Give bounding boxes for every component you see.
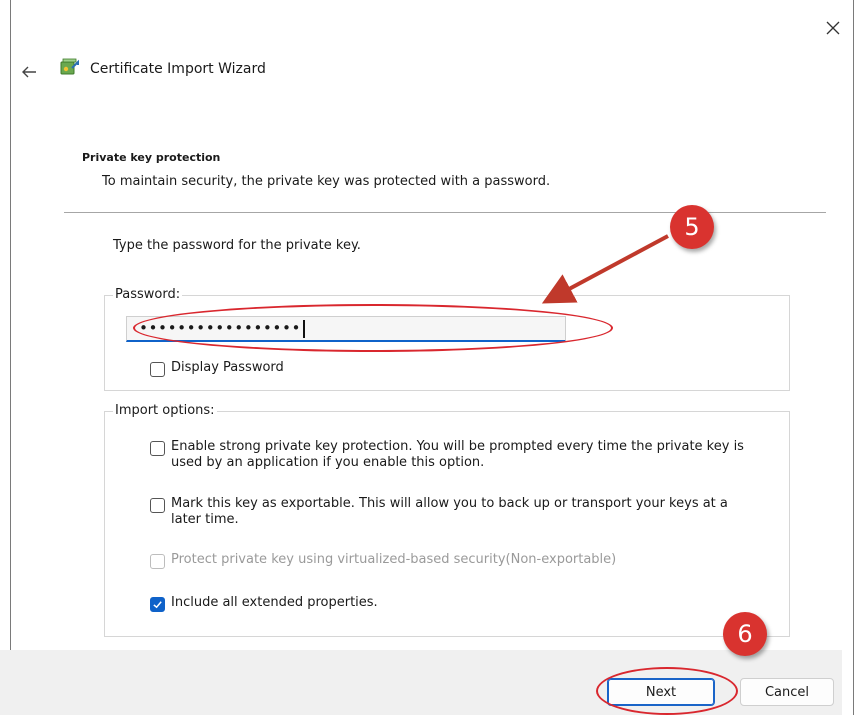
wizard-title: Certificate Import Wizard (90, 61, 266, 77)
virtualized-security-checkbox (150, 554, 165, 569)
next-highlight-ellipse (596, 667, 738, 715)
password-group-legend: Password: (113, 287, 183, 302)
checkmark-icon (153, 601, 162, 609)
password-prompt: Type the password for the private key. (113, 238, 361, 253)
annotation-arrow-icon (541, 234, 669, 304)
back-button[interactable] (14, 60, 44, 84)
import-options-legend: Import options: (113, 403, 217, 418)
strong-protection-option[interactable]: Enable strong private key protection. Yo… (150, 439, 750, 471)
step-5-badge: 5 (670, 205, 714, 249)
header-divider (64, 212, 826, 213)
extended-properties-checkbox[interactable] (150, 597, 165, 612)
extended-properties-option[interactable]: Include all extended properties. (150, 595, 750, 612)
certificate-wizard-icon (60, 58, 79, 75)
extended-properties-label: Include all extended properties. (171, 595, 378, 610)
section-description: To maintain security, the private key wa… (102, 174, 551, 189)
exportable-option[interactable]: Mark this key as exportable. This will a… (150, 496, 750, 528)
strong-protection-label: Enable strong private key protection. Yo… (171, 439, 744, 470)
virtualized-security-label: Protect private key using virtualized-ba… (171, 552, 617, 567)
close-icon (826, 21, 840, 35)
exportable-label: Mark this key as exportable. This will a… (171, 496, 728, 527)
section-title: Private key protection (82, 151, 221, 164)
display-password-label: Display Password (171, 360, 284, 375)
display-password-checkbox[interactable] (150, 362, 165, 377)
strong-protection-checkbox[interactable] (150, 441, 165, 456)
password-highlight-ellipse (133, 304, 613, 352)
virtualized-security-option: Protect private key using virtualized-ba… (150, 552, 750, 569)
display-password-option[interactable]: Display Password (150, 360, 284, 377)
close-button[interactable] (821, 16, 845, 40)
back-arrow-icon (22, 66, 36, 78)
exportable-checkbox[interactable] (150, 498, 165, 513)
cancel-button[interactable]: Cancel (740, 678, 834, 706)
step-6-badge: 6 (723, 612, 767, 656)
